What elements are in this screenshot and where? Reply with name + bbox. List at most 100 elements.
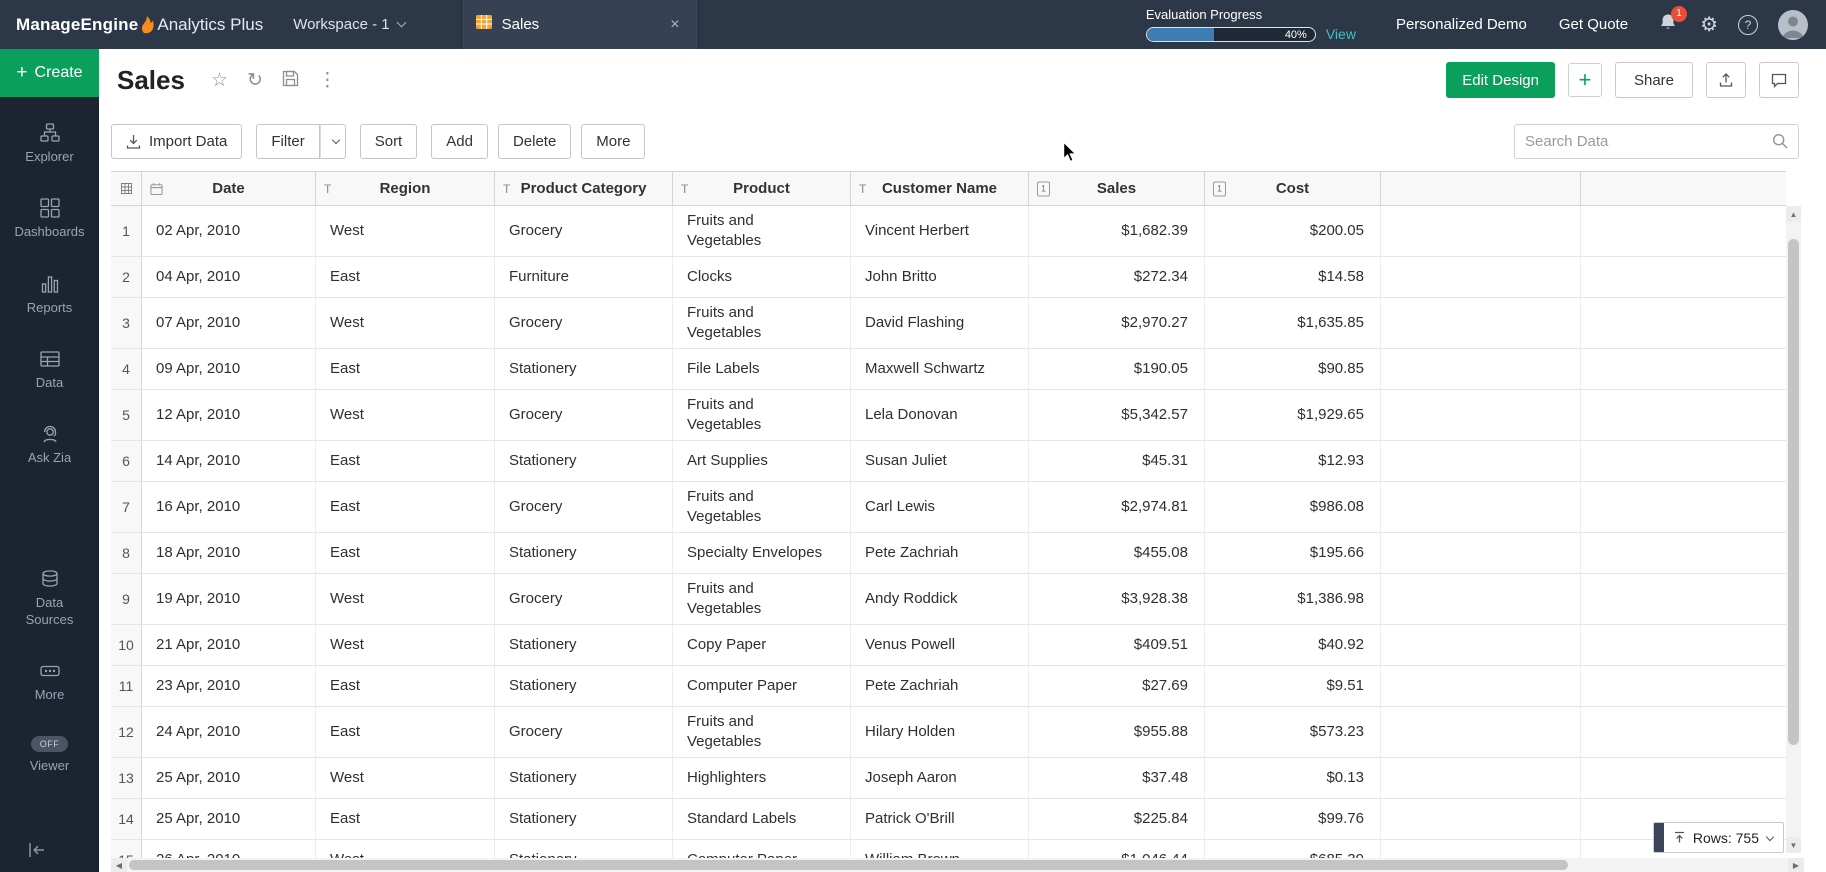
kebab-menu-icon[interactable]: ⋮	[318, 71, 337, 90]
cell[interactable]: Hilary Holden	[851, 707, 1029, 757]
export-button[interactable]	[1706, 62, 1746, 98]
cell[interactable]: Standard Labels	[673, 799, 851, 839]
cell[interactable]: Computer Paper	[673, 840, 851, 858]
cell[interactable]: Fruits and Vegetables	[673, 707, 851, 757]
cell[interactable]: $986.08	[1205, 482, 1381, 532]
cell[interactable]: 16 Apr, 2010	[142, 482, 316, 532]
cell[interactable]: Lela Donovan	[851, 390, 1029, 440]
column-header-customer-name[interactable]: TCustomer Name	[851, 172, 1029, 205]
cell[interactable]: $45.31	[1029, 441, 1205, 481]
cell[interactable]: Grocery	[495, 390, 673, 440]
row-number-cell[interactable]: 2	[111, 257, 142, 297]
cell[interactable]: William Brown	[851, 840, 1029, 858]
cell[interactable]: 21 Apr, 2010	[142, 625, 316, 665]
cell[interactable]: Patrick O'Brill	[851, 799, 1029, 839]
cell[interactable]: East	[316, 257, 495, 297]
column-header-cost[interactable]: 1Cost	[1205, 172, 1381, 205]
cell[interactable]: $573.23	[1205, 707, 1381, 757]
scroll-left-arrow[interactable]: ◀	[111, 858, 127, 872]
cell[interactable]: Maxwell Schwartz	[851, 349, 1029, 389]
cell[interactable]: Grocery	[495, 482, 673, 532]
cell[interactable]: West	[316, 298, 495, 348]
cell[interactable]: Fruits and Vegetables	[673, 574, 851, 624]
vertical-scrollbar[interactable]: ▲ ▼	[1786, 206, 1801, 853]
cell[interactable]: $9.51	[1205, 666, 1381, 706]
share-button[interactable]: Share	[1615, 62, 1693, 98]
cell[interactable]: Fruits and Vegetables	[673, 482, 851, 532]
cell[interactable]: West	[316, 390, 495, 440]
cell[interactable]: Grocery	[495, 574, 673, 624]
cell[interactable]: 25 Apr, 2010	[142, 799, 316, 839]
vertical-scrollbar-thumb[interactable]	[1788, 239, 1799, 745]
cell[interactable]: John Britto	[851, 257, 1029, 297]
sidebar-item-reports[interactable]: Reports	[0, 274, 99, 316]
comments-button[interactable]	[1759, 62, 1799, 98]
add-button[interactable]: Add	[431, 124, 488, 159]
cell[interactable]: Joseph Aaron	[851, 758, 1029, 798]
cell[interactable]: $1,046.44	[1029, 840, 1205, 858]
settings-gear-icon[interactable]: ⚙	[1700, 15, 1718, 35]
cell[interactable]: $409.51	[1029, 625, 1205, 665]
scroll-down-arrow[interactable]: ▼	[1786, 837, 1801, 853]
sidebar-item-explorer[interactable]: Explorer	[0, 123, 99, 165]
cell[interactable]: West	[316, 758, 495, 798]
horizontal-scrollbar[interactable]: ◀ ▶	[111, 858, 1804, 872]
row-number-cell[interactable]: 5	[111, 390, 142, 440]
row-number-cell[interactable]: 12	[111, 707, 142, 757]
cell[interactable]: Art Supplies	[673, 441, 851, 481]
cell[interactable]: Stationery	[495, 666, 673, 706]
favorite-star-icon[interactable]: ☆	[211, 71, 228, 90]
search-input[interactable]	[1525, 133, 1772, 150]
select-all-header[interactable]	[111, 172, 142, 205]
cell[interactable]: $37.48	[1029, 758, 1205, 798]
cell[interactable]: Fruits and Vegetables	[673, 206, 851, 256]
cell[interactable]: Stationery	[495, 441, 673, 481]
cell[interactable]: East	[316, 666, 495, 706]
import-data-button[interactable]: Import Data	[111, 124, 242, 159]
cell[interactable]: Fruits and Vegetables	[673, 390, 851, 440]
column-header-date[interactable]: Date	[142, 172, 316, 205]
cell[interactable]: Grocery	[495, 298, 673, 348]
column-header-sales[interactable]: 1Sales	[1029, 172, 1205, 205]
cell[interactable]: Computer Paper	[673, 666, 851, 706]
cell[interactable]: Carl Lewis	[851, 482, 1029, 532]
cell[interactable]: 12 Apr, 2010	[142, 390, 316, 440]
sidebar-item-dashboards[interactable]: Dashboards	[0, 198, 99, 240]
filter-button[interactable]: Filter	[256, 124, 319, 159]
sidebar-item-viewer[interactable]: OFF Viewer	[0, 736, 99, 774]
cell[interactable]: Stationery	[495, 840, 673, 858]
cell[interactable]: East	[316, 533, 495, 573]
save-icon[interactable]	[282, 70, 299, 91]
cell[interactable]: Pete Zachriah	[851, 533, 1029, 573]
cell[interactable]: 24 Apr, 2010	[142, 707, 316, 757]
cell[interactable]: Stationery	[495, 799, 673, 839]
cell[interactable]: $27.69	[1029, 666, 1205, 706]
cell[interactable]: East	[316, 482, 495, 532]
cell[interactable]: $40.92	[1205, 625, 1381, 665]
cell[interactable]: Furniture	[495, 257, 673, 297]
cell[interactable]: Copy Paper	[673, 625, 851, 665]
sort-button[interactable]: Sort	[360, 124, 418, 159]
cell[interactable]: 07 Apr, 2010	[142, 298, 316, 348]
cell[interactable]: $99.76	[1205, 799, 1381, 839]
horizontal-scrollbar-thumb[interactable]	[129, 860, 1568, 870]
cell[interactable]: Stationery	[495, 625, 673, 665]
cell[interactable]: Grocery	[495, 707, 673, 757]
cell[interactable]: $225.84	[1029, 799, 1205, 839]
viewer-off-toggle[interactable]: OFF	[31, 736, 69, 752]
cell[interactable]: 23 Apr, 2010	[142, 666, 316, 706]
cell[interactable]: $12.93	[1205, 441, 1381, 481]
cell[interactable]: $0.13	[1205, 758, 1381, 798]
cell[interactable]: Grocery	[495, 206, 673, 256]
cell[interactable]: $195.66	[1205, 533, 1381, 573]
cell[interactable]: $5,342.57	[1029, 390, 1205, 440]
workspace-selector[interactable]: Workspace - 1	[293, 16, 404, 33]
scroll-right-arrow[interactable]: ▶	[1788, 858, 1804, 872]
get-quote-link[interactable]: Get Quote	[1559, 16, 1628, 33]
cell[interactable]: File Labels	[673, 349, 851, 389]
cell[interactable]: $3,928.38	[1029, 574, 1205, 624]
row-number-cell[interactable]: 7	[111, 482, 142, 532]
column-header-product-category[interactable]: TProduct Category	[495, 172, 673, 205]
add-new-button[interactable]: +	[1568, 63, 1602, 97]
cell[interactable]: East	[316, 707, 495, 757]
